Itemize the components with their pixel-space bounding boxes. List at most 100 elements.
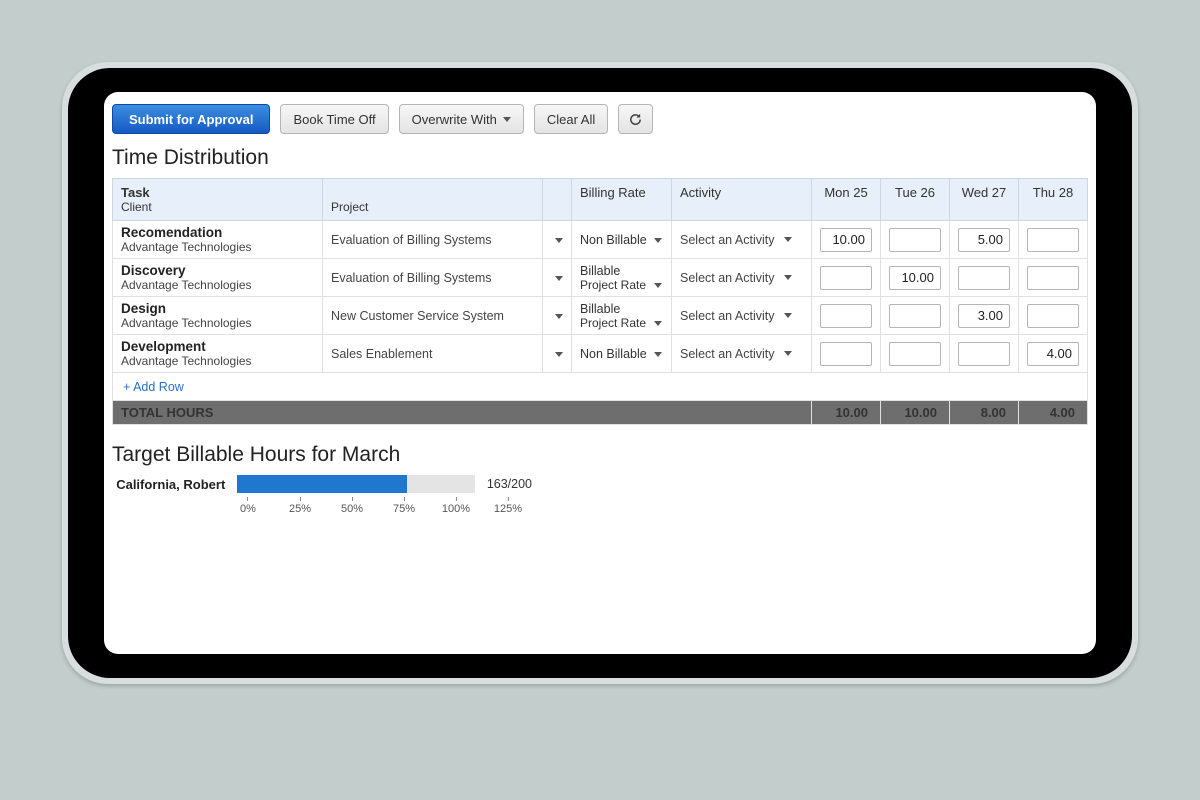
- hours-input[interactable]: [958, 228, 1010, 252]
- hours-cell: [881, 297, 950, 335]
- task-cell: DesignAdvantage Technologies: [113, 297, 323, 335]
- task-client: Advantage Technologies: [121, 316, 314, 330]
- project-cell: New Customer Service System: [323, 297, 543, 335]
- hours-input[interactable]: [820, 266, 872, 290]
- billing-rate-sub: Project Rate: [580, 316, 646, 330]
- hours-cell: [1019, 297, 1088, 335]
- submit-for-approval-button[interactable]: Submit for Approval: [112, 104, 270, 134]
- task-client: Advantage Technologies: [121, 354, 314, 368]
- app-screen: Submit for Approval Book Time Off Overwr…: [104, 92, 1096, 654]
- task-dropdown[interactable]: [543, 221, 572, 259]
- chevron-down-icon: [654, 321, 662, 326]
- chevron-down-icon: [784, 237, 792, 242]
- axis-tick: 25%: [289, 497, 311, 515]
- col-day-0: Mon 25: [812, 179, 881, 221]
- task-name: Development: [121, 339, 314, 354]
- hours-input[interactable]: [820, 304, 872, 328]
- project-cell: Sales Enablement: [323, 335, 543, 373]
- toolbar: Submit for Approval Book Time Off Overwr…: [112, 102, 1088, 144]
- hours-input[interactable]: [889, 228, 941, 252]
- hours-input[interactable]: [1027, 304, 1079, 328]
- billable-hours-chart: California, Robert 163/200 0%25%50%75%10…: [112, 475, 532, 515]
- chevron-down-icon: [654, 283, 662, 288]
- hours-input[interactable]: [820, 228, 872, 252]
- axis-tick: 0%: [240, 497, 256, 515]
- task-dropdown[interactable]: [543, 297, 572, 335]
- hours-input[interactable]: [958, 342, 1010, 366]
- chevron-down-icon: [503, 117, 511, 122]
- hours-input[interactable]: [1027, 266, 1079, 290]
- billable-value-label: 163/200: [487, 477, 532, 491]
- activity-value: Select an Activity: [680, 347, 775, 361]
- billing-rate-value: Non Billable: [580, 347, 647, 361]
- table-row: DesignAdvantage TechnologiesNew Customer…: [113, 297, 1088, 335]
- activity-dropdown[interactable]: Select an Activity: [672, 297, 812, 335]
- refresh-icon: [628, 112, 643, 127]
- task-cell: RecomendationAdvantage Technologies: [113, 221, 323, 259]
- totals-day-2: 8.00: [950, 401, 1019, 425]
- activity-value: Select an Activity: [680, 309, 775, 323]
- hours-cell: [812, 335, 881, 373]
- add-row-row: + Add Row: [113, 373, 1088, 401]
- billable-bar-track: [237, 475, 475, 493]
- activity-value: Select an Activity: [680, 271, 775, 285]
- col-activity: Activity: [672, 179, 812, 221]
- hours-input[interactable]: [958, 304, 1010, 328]
- billable-bar-fill: [237, 475, 407, 493]
- col-day-2: Wed 27: [950, 179, 1019, 221]
- billing-rate-dropdown[interactable]: BillableProject Rate: [572, 297, 672, 335]
- hours-input[interactable]: [889, 342, 941, 366]
- hours-cell: [1019, 221, 1088, 259]
- overwrite-with-label: Overwrite With: [412, 112, 497, 127]
- billing-rate-dropdown[interactable]: BillableProject Rate: [572, 259, 672, 297]
- hours-input[interactable]: [1027, 228, 1079, 252]
- hours-cell: [812, 221, 881, 259]
- task-name: Design: [121, 301, 314, 316]
- hours-cell: [950, 259, 1019, 297]
- chevron-down-icon: [555, 238, 563, 243]
- hours-cell: [812, 259, 881, 297]
- activity-dropdown[interactable]: Select an Activity: [672, 221, 812, 259]
- axis-tick: 50%: [341, 497, 363, 515]
- chevron-down-icon: [555, 352, 563, 357]
- totals-day-1: 10.00: [881, 401, 950, 425]
- task-cell: DiscoveryAdvantage Technologies: [113, 259, 323, 297]
- axis-tick: 75%: [393, 497, 415, 515]
- hours-cell: [1019, 259, 1088, 297]
- book-time-off-button[interactable]: Book Time Off: [280, 104, 388, 134]
- axis-tick: 100%: [442, 497, 470, 515]
- billing-rate-value: Billable: [580, 302, 620, 316]
- hours-cell: [1019, 335, 1088, 373]
- hours-cell: [881, 259, 950, 297]
- chevron-down-icon: [784, 351, 792, 356]
- chevron-down-icon: [784, 275, 792, 280]
- hours-input[interactable]: [820, 342, 872, 366]
- task-name: Recomendation: [121, 225, 314, 240]
- time-distribution-title: Time Distribution: [112, 146, 1088, 170]
- clear-all-button[interactable]: Clear All: [534, 104, 608, 134]
- hours-input[interactable]: [958, 266, 1010, 290]
- task-client: Advantage Technologies: [121, 240, 314, 254]
- billing-rate-dropdown[interactable]: Non Billable: [572, 221, 672, 259]
- tablet-frame: Submit for Approval Book Time Off Overwr…: [62, 62, 1138, 684]
- hours-input[interactable]: [889, 304, 941, 328]
- task-dropdown[interactable]: [543, 335, 572, 373]
- refresh-button[interactable]: [618, 104, 653, 134]
- activity-dropdown[interactable]: Select an Activity: [672, 335, 812, 373]
- hours-input[interactable]: [1027, 342, 1079, 366]
- billable-axis: 0%25%50%75%100%125%: [248, 497, 573, 515]
- hours-cell: [881, 335, 950, 373]
- overwrite-with-dropdown[interactable]: Overwrite With: [399, 104, 524, 134]
- hours-cell: [950, 335, 1019, 373]
- totals-day-3: 4.00: [1019, 401, 1088, 425]
- billing-rate-sub: Project Rate: [580, 278, 646, 292]
- activity-dropdown[interactable]: Select an Activity: [672, 259, 812, 297]
- hours-input[interactable]: [889, 266, 941, 290]
- col-day-1: Tue 26: [881, 179, 950, 221]
- table-row: RecomendationAdvantage TechnologiesEvalu…: [113, 221, 1088, 259]
- task-client: Advantage Technologies: [121, 278, 314, 292]
- task-dropdown[interactable]: [543, 259, 572, 297]
- chevron-down-icon: [654, 238, 662, 243]
- billing-rate-dropdown[interactable]: Non Billable: [572, 335, 672, 373]
- add-row-link[interactable]: + Add Row: [123, 380, 184, 394]
